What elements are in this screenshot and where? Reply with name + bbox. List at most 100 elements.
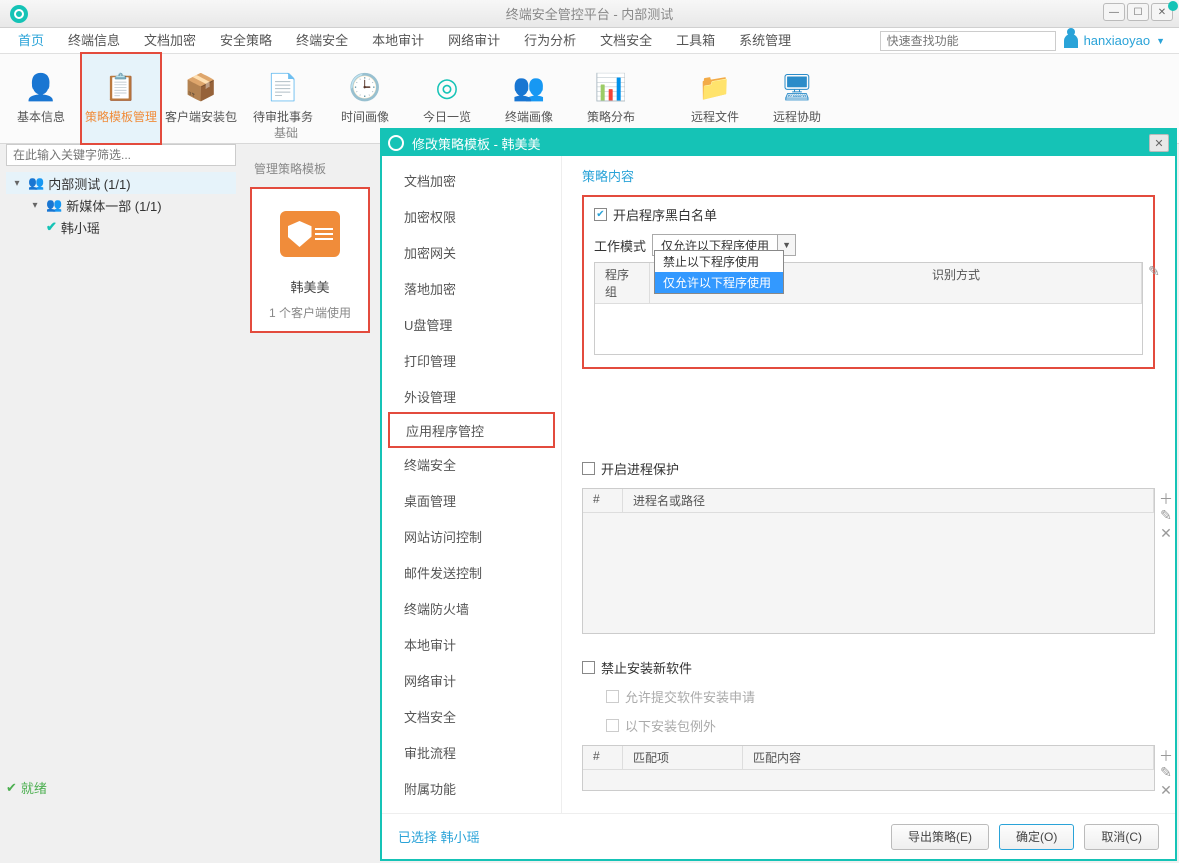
- tree-row[interactable]: ✔韩小瑶: [6, 216, 236, 238]
- forbid-install-checkbox[interactable]: [582, 661, 595, 674]
- remove-icon[interactable]: ✕: [1158, 782, 1174, 798]
- ribbon-icon: 👥: [513, 72, 545, 102]
- ribbon-icon: 📁: [699, 72, 731, 102]
- menu-tab[interactable]: 终端信息: [56, 28, 132, 54]
- menu-tab[interactable]: 首页: [6, 28, 56, 54]
- template-shield-icon: [280, 211, 340, 257]
- dialog-nav-item[interactable]: 网站访问控制: [382, 518, 561, 554]
- menu-tab[interactable]: 系统管理: [727, 28, 803, 54]
- template-client-count: 1 个客户端使用: [260, 304, 360, 321]
- dialog-titlebar: 修改策略模板 - 韩美美 ✕: [382, 130, 1175, 156]
- tree-label: 新媒体一部 (1/1): [66, 196, 161, 215]
- expand-icon[interactable]: ▾: [10, 178, 24, 189]
- ribbon-icon: 📄: [267, 72, 299, 102]
- menu-tab[interactable]: 本地审计: [360, 28, 436, 54]
- forbid-install-section: 禁止安装新软件 允许提交软件安装申请 以下安装包例外 # 匹配项 匹配内容: [582, 658, 1155, 791]
- menu-tab[interactable]: 网络审计: [436, 28, 512, 54]
- menu-tab[interactable]: 终端安全: [284, 28, 360, 54]
- template-card[interactable]: 韩美美 1 个客户端使用: [250, 187, 370, 333]
- template-panel-title: 管理策略模板: [250, 160, 370, 177]
- export-policy-button[interactable]: 导出策略(E): [891, 824, 989, 850]
- enable-bw-list-checkbox[interactable]: [594, 208, 607, 221]
- col-header: 识别方式: [922, 263, 1142, 303]
- dialog-footer: 已选择 韩小瑶 导出策略(E) 确定(O) 取消(C): [382, 813, 1175, 859]
- process-protection-section: 开启进程保护 # 进程名或路径 ＋ ✎ ✕: [582, 459, 1155, 634]
- col-header: 进程名或路径: [623, 489, 1154, 512]
- dialog-nav-item[interactable]: 打印管理: [382, 342, 561, 378]
- ribbon-icon: 🖥: [781, 72, 813, 102]
- content-title: 策略内容: [582, 166, 1155, 185]
- tree-row[interactable]: ▾ 👥新媒体一部 (1/1): [6, 194, 236, 216]
- ribbon-label: 策略模板管理: [85, 108, 157, 125]
- dialog-nav-item[interactable]: 应用程序管控: [388, 412, 555, 448]
- dialog-nav-item[interactable]: 文档加密: [382, 162, 561, 198]
- minimize-button[interactable]: —: [1103, 3, 1125, 21]
- menu-tab[interactable]: 工具箱: [664, 28, 727, 54]
- dialog-nav-item[interactable]: 终端安全: [382, 446, 561, 482]
- allow-request-checkbox[interactable]: [606, 690, 619, 703]
- dialog-nav-item[interactable]: 文档安全: [382, 698, 561, 734]
- tree-label: 韩小瑶: [61, 218, 100, 237]
- dialog-nav-item[interactable]: 加密权限: [382, 198, 561, 234]
- menu-tab[interactable]: 文档加密: [132, 28, 208, 54]
- dialog-nav-item[interactable]: 落地加密: [382, 270, 561, 306]
- ribbon-label: 客户端安装包: [165, 108, 237, 125]
- window-title: 终端安全管控平台 - 内部测试: [506, 4, 674, 23]
- check-icon: ✔: [6, 780, 17, 796]
- ribbon-icon: 📋: [105, 72, 137, 102]
- menu-tab[interactable]: 安全策略: [208, 28, 284, 54]
- col-header: 匹配项: [623, 746, 743, 769]
- col-header: 匹配内容: [743, 746, 1154, 769]
- edit-icon[interactable]: ✎: [1158, 764, 1174, 780]
- dropdown-option[interactable]: 仅允许以下程序使用: [655, 272, 783, 293]
- chevron-down-icon: ▼: [1156, 36, 1165, 46]
- dialog-nav-item[interactable]: 外设管理: [382, 378, 561, 414]
- menu-tab[interactable]: 行为分析: [512, 28, 588, 54]
- add-icon[interactable]: ＋: [1158, 489, 1174, 505]
- cancel-button[interactable]: 取消(C): [1084, 824, 1159, 850]
- dialog-nav-item[interactable]: 桌面管理: [382, 482, 561, 518]
- selection-label: 已选择 韩小瑶: [398, 827, 480, 846]
- dialog-title: 修改策略模板 - 韩美美: [412, 134, 541, 153]
- enable-process-protect-checkbox[interactable]: [582, 462, 595, 475]
- exception-pkgs-label: 以下安装包例外: [625, 716, 716, 735]
- exception-pkgs-checkbox[interactable]: [606, 719, 619, 732]
- app-logo-icon: [10, 5, 28, 23]
- dialog-nav-item[interactable]: 终端防火墙: [382, 590, 561, 626]
- edit-icon[interactable]: ✎: [1158, 507, 1174, 523]
- process-table: # 进程名或路径 ＋ ✎ ✕: [582, 488, 1155, 634]
- dialog-nav-item[interactable]: 网络审计: [382, 662, 561, 698]
- enable-bw-list-label: 开启程序黑白名单: [613, 205, 717, 224]
- ribbon-icon: 📊: [595, 72, 627, 102]
- col-header: #: [583, 746, 623, 769]
- edit-policy-dialog: 修改策略模板 - 韩美美 ✕ 文档加密加密权限加密网关落地加密U盘管理打印管理外…: [380, 128, 1177, 861]
- ribbon-item[interactable]: 📋 策略模板管理: [80, 52, 162, 145]
- dialog-nav-item[interactable]: 邮件发送控制: [382, 554, 561, 590]
- ribbon-icon: 🕒: [349, 72, 381, 102]
- add-icon[interactable]: ＋: [1158, 746, 1174, 762]
- dialog-nav-item[interactable]: 审批流程: [382, 734, 561, 770]
- dialog-nav-item[interactable]: U盘管理: [382, 306, 561, 342]
- quick-search-input[interactable]: [880, 31, 1056, 51]
- ok-button[interactable]: 确定(O): [999, 824, 1074, 850]
- dialog-close-button[interactable]: ✕: [1149, 134, 1169, 152]
- user-avatar-icon: [1064, 34, 1078, 48]
- group-icon: 👥: [46, 197, 62, 213]
- user-menu[interactable]: hanxiaoyao ▼: [1064, 33, 1173, 48]
- ribbon-icon: 👤: [25, 72, 57, 102]
- maximize-button[interactable]: ☐: [1127, 3, 1149, 21]
- dialog-nav-item[interactable]: 加密网关: [382, 234, 561, 270]
- expand-icon[interactable]: ▾: [28, 200, 42, 211]
- remove-icon[interactable]: ✕: [1158, 525, 1174, 541]
- ribbon-icon: ◎: [431, 72, 463, 102]
- edit-icon[interactable]: ✎: [1146, 263, 1162, 279]
- tree-row[interactable]: ▾👥内部测试 (1/1): [6, 172, 236, 194]
- tree-filter-input[interactable]: [6, 144, 236, 166]
- menu-tab[interactable]: 文档安全: [588, 28, 664, 54]
- dialog-nav-item[interactable]: 附属功能: [382, 770, 561, 806]
- dropdown-option[interactable]: 禁止以下程序使用: [655, 251, 783, 272]
- col-header: #: [583, 489, 623, 512]
- tree-label: 内部测试 (1/1): [48, 174, 130, 193]
- dialog-nav-item[interactable]: 本地审计: [382, 626, 561, 662]
- ribbon-label: 基本信息: [17, 108, 65, 125]
